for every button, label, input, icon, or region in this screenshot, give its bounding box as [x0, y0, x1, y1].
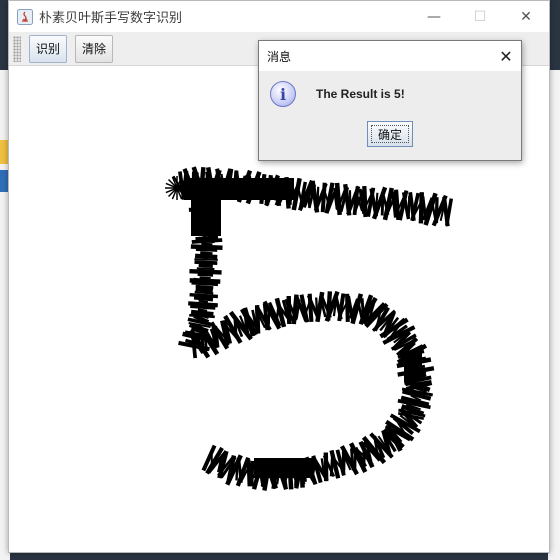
dialog-title-bar[interactable]: 消息 ✕	[259, 41, 521, 71]
dialog-title: 消息	[267, 49, 292, 64]
background-tab-marker	[0, 170, 8, 192]
info-icon: i	[270, 81, 296, 107]
dialog-message: The Result is 5!	[316, 87, 405, 101]
background-folder-icon	[0, 140, 8, 164]
title-bar[interactable]: 朴素贝叶斯手写数字识别 — ☐ ✕	[9, 1, 549, 32]
message-dialog: 消息 ✕ i The Result is 5! 确定	[258, 40, 522, 161]
toolbar-grip-handle[interactable]	[13, 35, 21, 62]
minimize-button[interactable]: —	[411, 1, 457, 32]
maximize-button[interactable]: ☐	[457, 1, 503, 32]
dialog-close-button[interactable]: ✕	[491, 41, 521, 71]
clear-button[interactable]: 清除	[75, 34, 114, 63]
java-app-icon	[17, 8, 33, 25]
ok-button[interactable]: 确定	[367, 121, 413, 147]
close-button[interactable]: ✕	[503, 1, 549, 32]
recognize-button[interactable]: 识别	[29, 34, 68, 63]
window-title: 朴素贝叶斯手写数字识别	[39, 11, 183, 26]
dialog-body: i The Result is 5! 确定	[259, 71, 521, 161]
